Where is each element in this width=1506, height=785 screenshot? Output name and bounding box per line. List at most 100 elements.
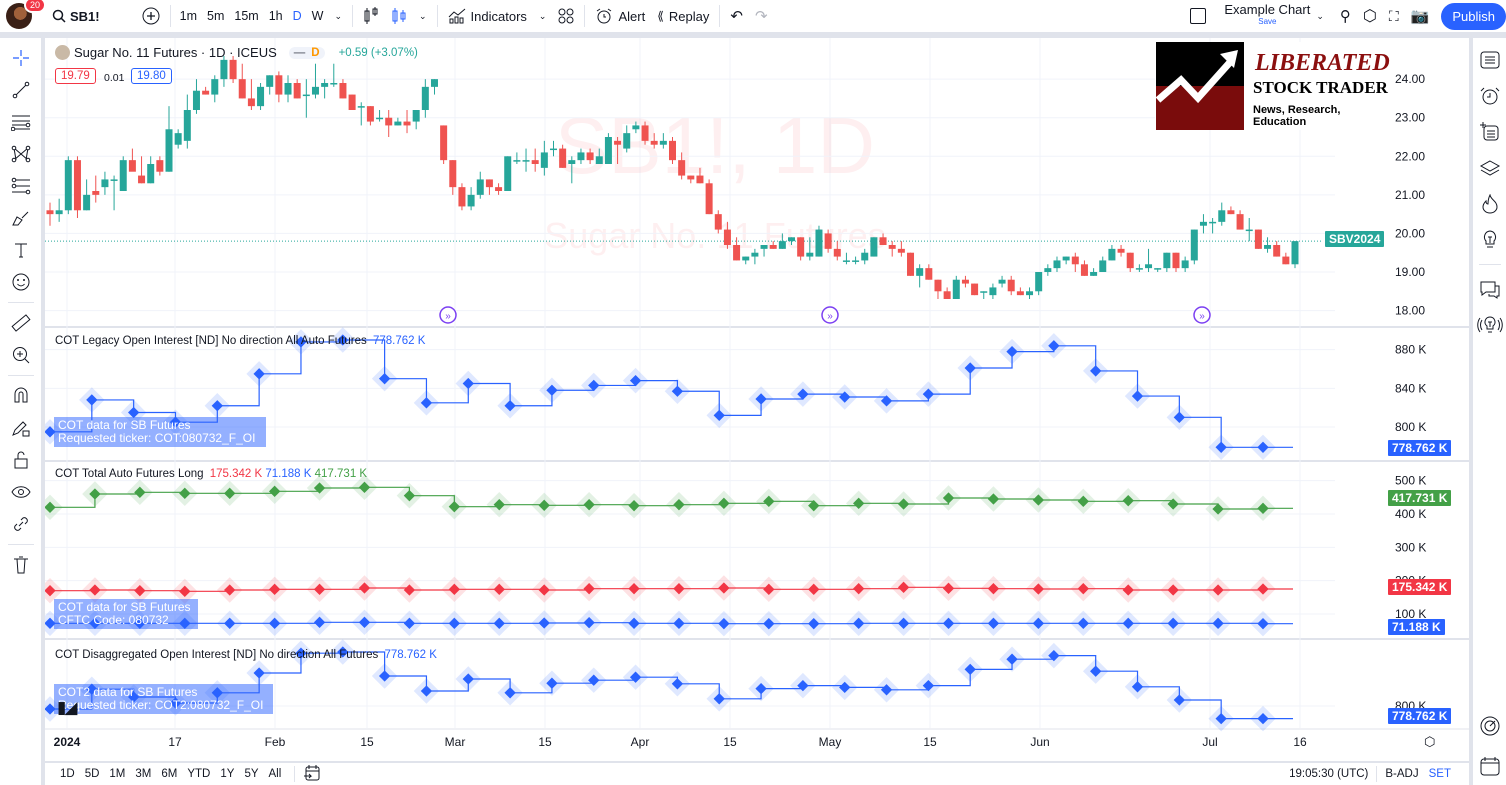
timeframe-D[interactable]: D [288,9,307,23]
text-tool[interactable] [0,234,41,266]
candle-body [733,245,741,261]
chats-button[interactable] [1473,271,1506,307]
compare-button[interactable] [136,0,166,34]
fib-tool[interactable] [0,106,41,138]
candle-body [623,133,631,149]
data-window-button[interactable] [1473,114,1506,150]
range-3M[interactable]: 3M [130,768,156,780]
trend-line-tool[interactable] [0,74,41,106]
lock-drawings-pencil[interactable] [0,412,41,444]
market-status-badge[interactable]: — D [288,46,325,59]
alerts-button[interactable] [1473,78,1506,114]
clock-time[interactable]: 19:05:30 (UTC) [1289,768,1368,780]
watchlist-button[interactable] [1473,42,1506,78]
calendar-button[interactable] [1473,748,1506,784]
range-1D[interactable]: 1D [55,768,80,780]
calendar-arrow-icon [304,764,320,780]
range-YTD[interactable]: YTD [182,768,215,780]
pattern-tool[interactable] [0,138,41,170]
hide-drawings[interactable] [0,476,41,508]
bid-price[interactable]: 19.79 [55,68,96,84]
settings-button[interactable]: ⬡ [1357,0,1383,34]
time-tick-label: 15 [360,735,374,749]
range-5D[interactable]: 5D [80,768,105,780]
redo-button[interactable]: ↷ [749,0,774,34]
chart-type-dropdown[interactable]: ⌄ [413,0,433,34]
magnet-tool[interactable] [0,380,41,412]
trend-line-icon [12,81,29,99]
layout-button[interactable] [1184,0,1212,34]
settlement-toggle[interactable]: SET [1429,768,1451,780]
chart-name-dropdown[interactable]: Example Chart Save [1218,0,1316,34]
emoji-tool[interactable] [0,266,41,298]
price-axis-label: 19.00 [1395,265,1425,279]
timeframe-1m[interactable]: 1m [175,9,202,23]
lock-all-drawings[interactable] [0,444,41,476]
bar-style-button[interactable] [357,0,385,34]
save-label[interactable]: Save [1258,16,1276,28]
indicators-button[interactable]: Indicators ⌄ [442,0,553,34]
undo-button[interactable]: ↶ [724,0,749,34]
replay-button[interactable]: ⟪ Replay [651,0,715,34]
range-All[interactable]: All [264,768,287,780]
range-1Y[interactable]: 1Y [215,768,239,780]
remove-drawings[interactable] [0,549,41,581]
range-1M[interactable]: 1M [104,768,130,780]
templates-button[interactable] [552,0,580,34]
cot-disagg-legend[interactable]: COT Disaggregated Open Interest [ND] No … [55,649,437,661]
timeframe-1h[interactable]: 1h [264,9,288,23]
symbol-title[interactable]: Sugar No. 11 Futures · 1D · ICEUS [74,45,277,60]
cot-legacy-legend[interactable]: COT Legacy Open Interest [ND] No directi… [55,335,425,347]
go-to-date-button[interactable] [303,764,321,785]
layers-button[interactable] [1473,150,1506,186]
range-6M[interactable]: 6M [156,768,182,780]
timeframe-15m[interactable]: 15m [229,9,263,23]
ideas-button[interactable] [1473,222,1506,258]
alert-button[interactable]: Alert [589,0,651,34]
range-5Y[interactable]: 5Y [239,768,263,780]
chart-settings-button[interactable]: ⬡ [1424,734,1435,750]
user-avatar[interactable]: 20 [6,0,47,29]
streams-button[interactable] [1473,307,1506,343]
candle-body [1199,221,1207,226]
back-adjust-toggle[interactable]: B-ADJ [1385,768,1418,780]
tradingview-logo[interactable]: ▮◢ [57,698,77,718]
candle-body [751,252,759,257]
candle-body [540,152,548,168]
timeframe-W[interactable]: W [307,9,329,23]
candle-body [55,210,63,215]
candle-body [257,86,265,107]
candle-body [1108,248,1116,261]
measure-tool[interactable] [0,307,41,339]
cot-total-note: COT data for SB Futures CFTC Code: 08073… [54,599,198,629]
cot-total-legend[interactable]: COT Total Auto Futures Long 175.342 K 71… [55,468,367,480]
symbol-search[interactable]: SB1! [46,0,106,34]
cot-disagg-note: COT2 data for SB Futures Requested ticke… [54,684,273,714]
candle-body [1071,256,1079,265]
crosshair-tool[interactable] [0,42,41,74]
candle-body [458,187,466,207]
candle-body [1163,252,1171,269]
forecast-tool[interactable] [0,170,41,202]
quick-search-button[interactable]: ⚲ [1334,0,1357,34]
timeframe-5m[interactable]: 5m [202,9,229,23]
chart-area[interactable]: 2024 17 Feb 15 Mar 15 Apr 15 May 15 Jun Jul 16 SB1!, … [45,38,1469,761]
hotlists-button[interactable] [1473,186,1506,222]
candle-body [861,252,869,261]
publish-button[interactable]: Publish [1441,2,1506,30]
candles-style-button[interactable] [385,0,413,34]
candle-body [659,140,667,145]
brush-tool[interactable] [0,202,41,234]
candle-body [1062,256,1070,261]
screener-button[interactable] [1473,708,1506,744]
ask-price[interactable]: 19.80 [131,68,172,84]
fullscreen-button[interactable]: ⛶ [1383,0,1405,34]
screenshot-button[interactable]: 📷 [1405,0,1436,34]
candle-body [687,175,695,180]
candle-body [641,125,649,141]
timeframe-dropdown[interactable]: ⌄ [328,0,348,34]
sync-drawings[interactable] [0,508,41,540]
candle-body [83,194,91,211]
zoom-tool[interactable] [0,339,41,371]
price-tag-contract: SBV2024 [1325,231,1385,247]
